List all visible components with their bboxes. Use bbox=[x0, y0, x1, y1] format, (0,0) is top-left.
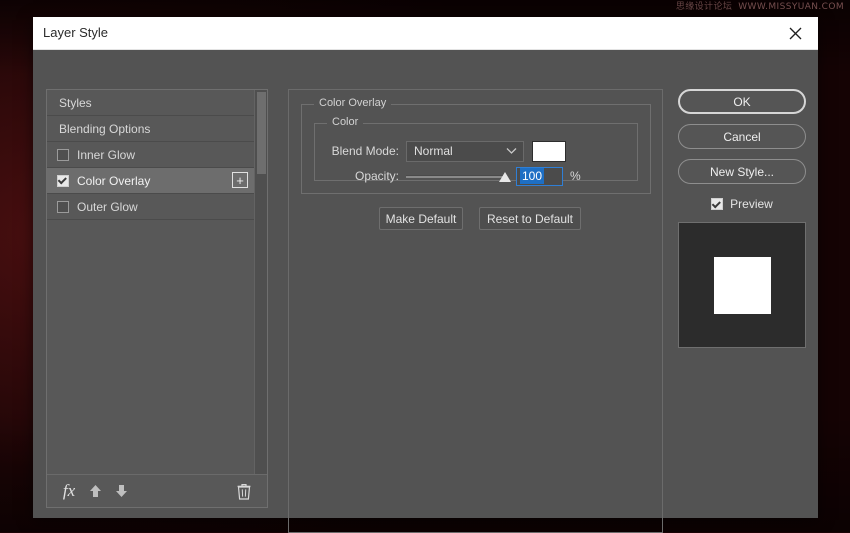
sidebar-scrollbar-thumb[interactable] bbox=[257, 92, 266, 174]
chevron-down-glyph bbox=[506, 147, 517, 155]
arrow-up-icon[interactable] bbox=[82, 479, 108, 503]
opacity-row: Opacity: 100 % bbox=[315, 165, 637, 187]
color-overlay-group-label: Color Overlay bbox=[314, 97, 391, 109]
outer-glow-checkbox[interactable] bbox=[57, 201, 69, 213]
sidebar-scrollbar[interactable] bbox=[254, 90, 267, 475]
sidebar-item-styles[interactable]: Styles bbox=[47, 90, 254, 116]
cancel-button[interactable]: Cancel bbox=[678, 124, 806, 149]
arrow-down-glyph bbox=[114, 483, 129, 499]
styles-sidebar: Styles Blending Options Inner Glow Color… bbox=[46, 89, 268, 508]
inner-glow-checkbox[interactable] bbox=[57, 149, 69, 161]
sidebar-item-inner-glow[interactable]: Inner Glow bbox=[47, 142, 254, 168]
opacity-input-value: 100 bbox=[520, 168, 544, 184]
style-list: Styles Blending Options Inner Glow Color… bbox=[47, 90, 254, 475]
sidebar-item-label: Blending Options bbox=[59, 122, 150, 136]
arrow-down-icon[interactable] bbox=[108, 479, 134, 503]
preview-checkbox[interactable] bbox=[711, 198, 723, 210]
ok-button[interactable]: OK bbox=[678, 89, 806, 114]
opacity-unit-label: % bbox=[570, 169, 581, 183]
sidebar-item-color-overlay[interactable]: Color Overlay + bbox=[47, 168, 254, 194]
layer-style-dialog: Layer Style Styles Blending Options Inne… bbox=[33, 17, 818, 517]
blend-mode-value: Normal bbox=[414, 144, 453, 158]
blend-mode-select[interactable]: Normal bbox=[406, 141, 524, 162]
color-group: Color Blend Mode: Normal bbox=[314, 123, 638, 181]
opacity-slider-thumb[interactable] bbox=[499, 172, 511, 182]
dialog-title: Layer Style bbox=[43, 17, 108, 49]
preview-shape bbox=[714, 257, 771, 314]
sidebar-item-label: Color Overlay bbox=[77, 174, 150, 188]
color-group-label: Color bbox=[327, 116, 363, 128]
dialog-body: Styles Blending Options Inner Glow Color… bbox=[33, 50, 818, 518]
sidebar-item-label: Inner Glow bbox=[77, 148, 135, 162]
watermark: 思缘设计论坛 WWW.MISSYUAN.COM bbox=[676, 1, 844, 13]
add-effect-button[interactable]: + bbox=[232, 172, 248, 188]
watermark-site-name: 思缘设计论坛 bbox=[676, 2, 732, 12]
fx-icon[interactable]: fx bbox=[56, 479, 82, 503]
preview-label: Preview bbox=[730, 197, 773, 211]
arrow-up-glyph bbox=[88, 483, 103, 499]
chevron-down-icon bbox=[506, 147, 517, 155]
dialog-titlebar: Layer Style bbox=[33, 17, 818, 50]
trash-icon[interactable] bbox=[231, 479, 257, 503]
make-default-button[interactable]: Make Default bbox=[379, 207, 463, 230]
sidebar-item-outer-glow[interactable]: Outer Glow bbox=[47, 194, 254, 220]
blend-mode-row: Blend Mode: Normal bbox=[315, 140, 637, 162]
opacity-input[interactable]: 100 bbox=[516, 167, 563, 186]
overlay-color-swatch[interactable] bbox=[532, 141, 566, 162]
sidebar-item-blending-options[interactable]: Blending Options bbox=[47, 116, 254, 142]
sidebar-item-label: Outer Glow bbox=[77, 200, 138, 214]
trash-glyph bbox=[237, 483, 251, 500]
preview-thumbnail bbox=[678, 222, 806, 348]
preview-toggle[interactable]: Preview bbox=[678, 194, 806, 214]
sidebar-item-label: Styles bbox=[59, 96, 92, 110]
effect-settings-panel: Color Overlay Color Blend Mode: Normal bbox=[288, 89, 663, 533]
sidebar-toolbar: fx bbox=[47, 474, 267, 507]
new-style-button[interactable]: New Style... bbox=[678, 159, 806, 184]
opacity-slider-track bbox=[406, 175, 506, 178]
opacity-slider[interactable] bbox=[406, 167, 506, 185]
blend-mode-label: Blend Mode: bbox=[315, 144, 399, 158]
close-x-icon bbox=[789, 27, 802, 40]
opacity-label: Opacity: bbox=[315, 169, 399, 183]
watermark-url: WWW.MISSYUAN.COM bbox=[738, 2, 844, 12]
color-overlay-checkbox[interactable] bbox=[57, 175, 69, 187]
color-overlay-group: Color Overlay Color Blend Mode: Normal bbox=[301, 104, 651, 194]
reset-to-default-button[interactable]: Reset to Default bbox=[479, 207, 581, 230]
dialog-actions: OK Cancel New Style... Preview bbox=[678, 89, 806, 348]
close-button[interactable] bbox=[773, 17, 818, 49]
